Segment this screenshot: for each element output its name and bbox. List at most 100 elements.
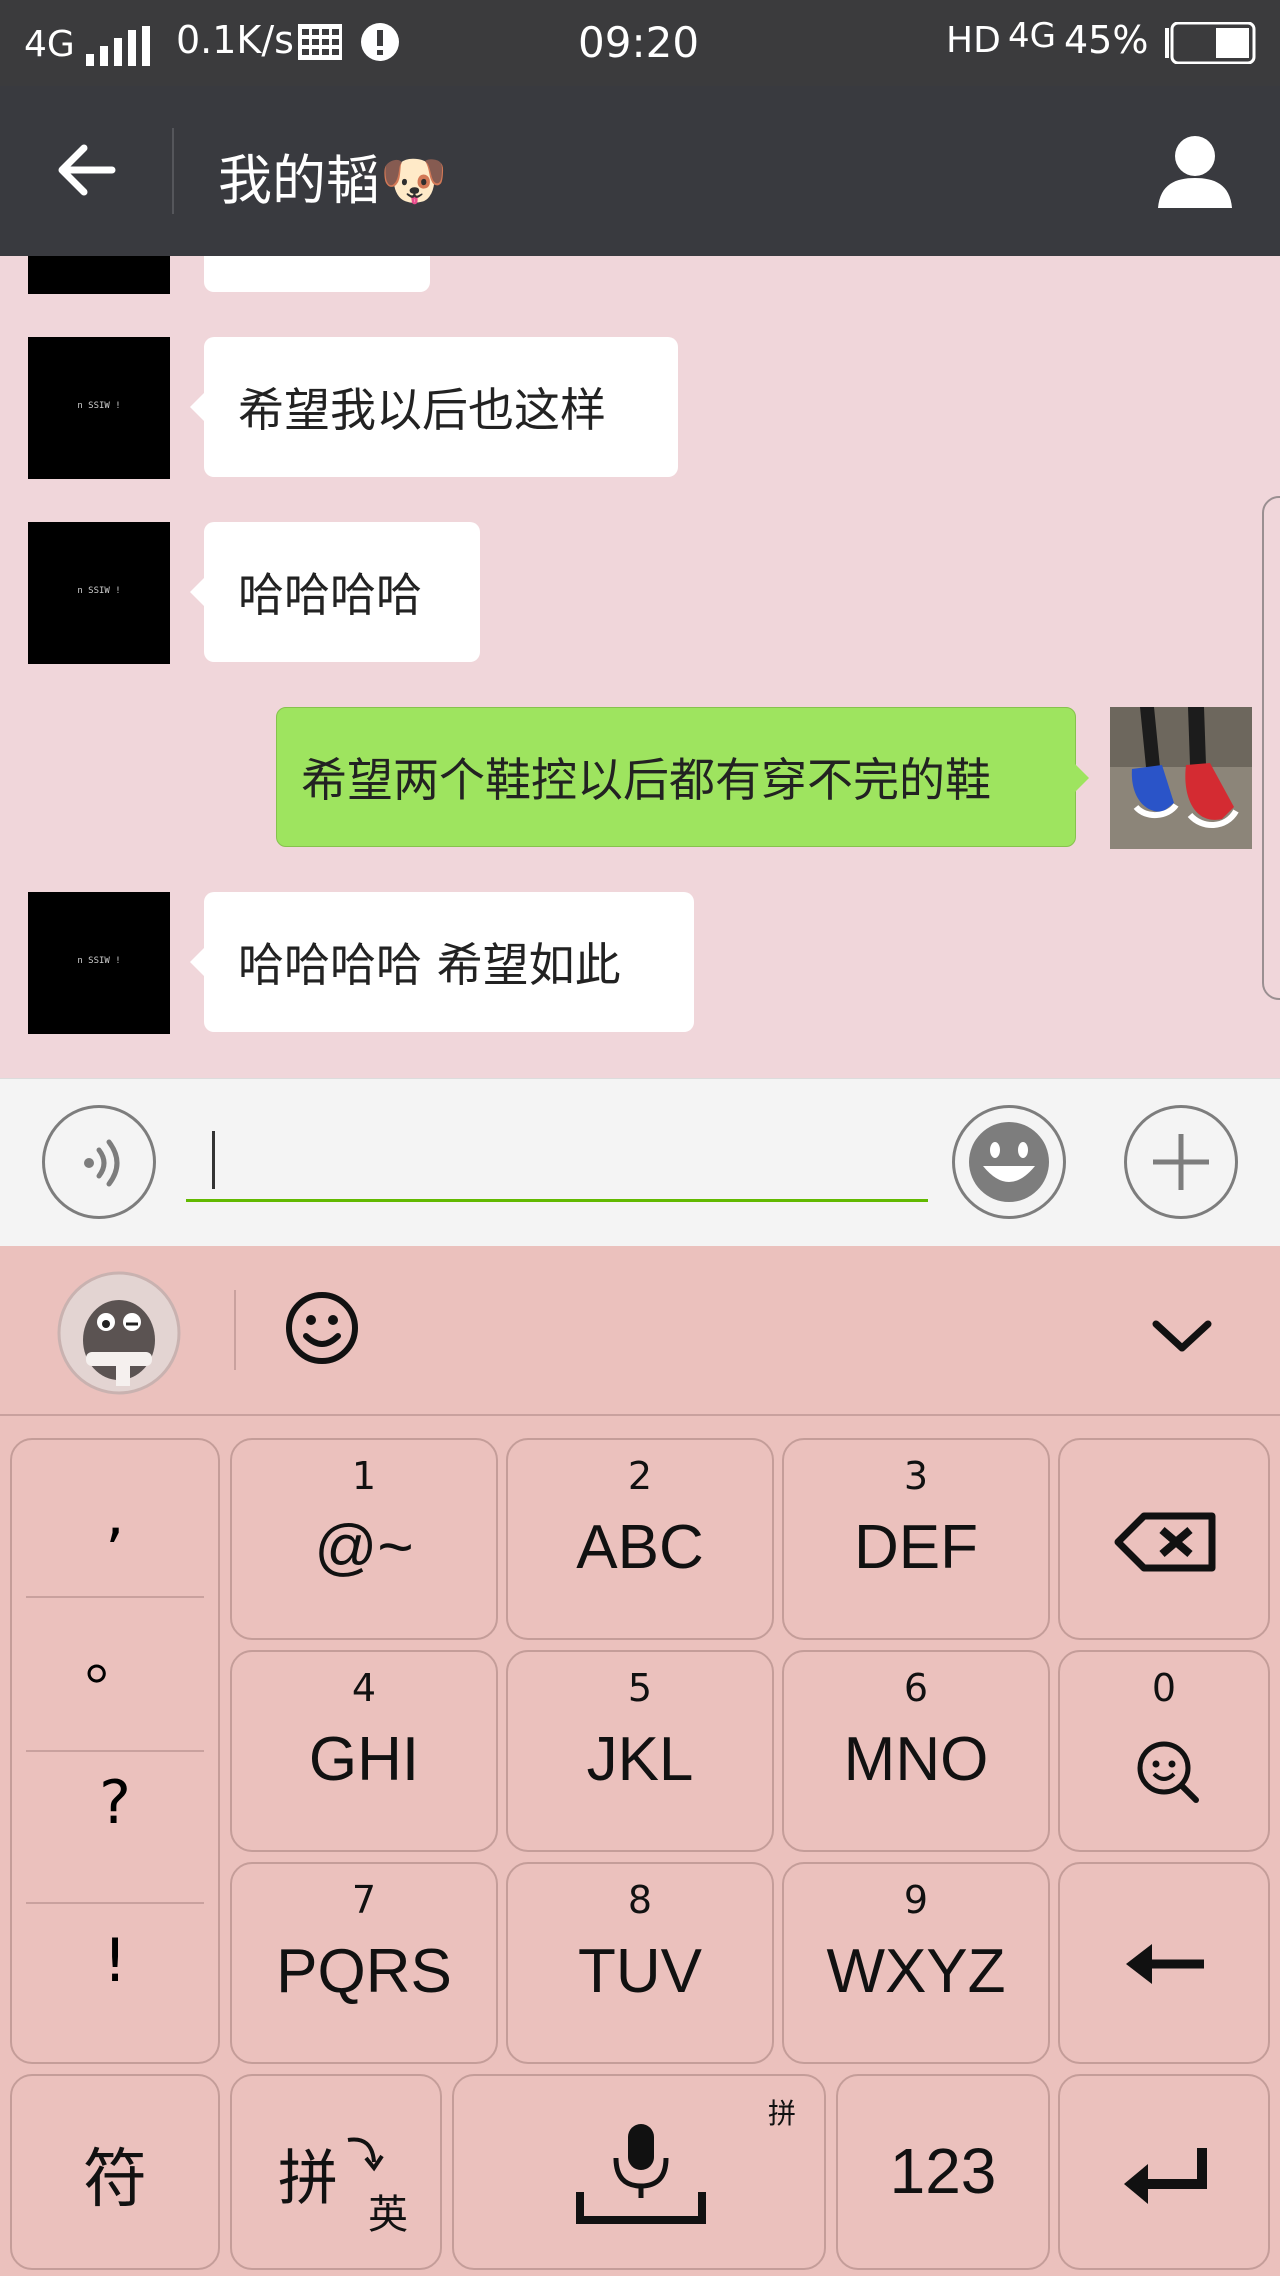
english-label: 英 bbox=[368, 2192, 408, 2238]
more-options-button[interactable] bbox=[1124, 1105, 1238, 1219]
key-comma[interactable]: , bbox=[12, 1480, 218, 1550]
message-text: 希望两个鞋控以后都有穿不完的鞋 bbox=[301, 753, 991, 807]
separator bbox=[26, 1902, 204, 1904]
key-number: 3 bbox=[903, 1454, 929, 1498]
key-number: 9 bbox=[903, 1878, 929, 1922]
plus-icon bbox=[1153, 1134, 1209, 1190]
voice-wave-icon bbox=[84, 1139, 120, 1187]
key-number: 2 bbox=[627, 1454, 653, 1498]
key-4[interactable]: 4 GHI bbox=[230, 1650, 498, 1852]
network-right-label: 4G bbox=[1008, 16, 1056, 56]
message-bubble-incoming[interactable]: 哈哈哈哈 希望如此 bbox=[190, 892, 694, 1032]
battery-icon bbox=[1165, 22, 1256, 64]
key-exclamation[interactable]: ! bbox=[12, 1926, 218, 1996]
enter-return-icon bbox=[1124, 2148, 1207, 2204]
key-label: JKL bbox=[586, 1725, 694, 1794]
status-bar: 4G 0.1K/s 09:20 HD 4G 45% bbox=[0, 0, 1280, 86]
key-label: 符 bbox=[83, 2143, 147, 2217]
key-8[interactable]: 8 TUV bbox=[506, 1862, 774, 2064]
battery-percent: 45% bbox=[1064, 18, 1149, 62]
left-arrow-icon bbox=[1126, 1944, 1204, 1984]
alert-icon bbox=[361, 23, 399, 61]
key-1[interactable]: 1 @~ bbox=[230, 1438, 498, 1640]
contact-avatar[interactable]: n SSIW ! bbox=[28, 522, 170, 664]
key-label: ABC bbox=[576, 1513, 704, 1582]
cursor-left-key[interactable] bbox=[1058, 1862, 1270, 2064]
message-bubble-incoming[interactable]: 希望我以后也这样 bbox=[190, 337, 678, 477]
message-list[interactable]: n SSIW ! 希望我以后也这样 n SSIW ! 哈哈哈哈 希望两个鞋控以后… bbox=[0, 256, 1280, 1078]
key-number: 6 bbox=[903, 1666, 929, 1710]
key-number: 5 bbox=[627, 1666, 653, 1710]
network-label: 4G bbox=[24, 24, 75, 65]
numbers-key[interactable]: 123 bbox=[836, 2074, 1050, 2270]
emoji-button[interactable] bbox=[952, 1105, 1066, 1219]
message-text: 哈哈哈哈 希望如此 bbox=[238, 938, 621, 992]
pinyin-english-switch-key[interactable]: 拼 英 bbox=[230, 2074, 442, 2270]
key-question[interactable]: ? bbox=[12, 1768, 218, 1838]
contact-profile-icon[interactable] bbox=[1156, 132, 1234, 210]
key-label: 123 bbox=[889, 2135, 997, 2207]
key-label: GHI bbox=[308, 1725, 420, 1794]
avatar-text: n SSIW ! bbox=[77, 401, 121, 411]
key-label: WXYZ bbox=[826, 1937, 1006, 2006]
contact-avatar[interactable]: n SSIW ! bbox=[28, 337, 170, 479]
message-bubble-incoming[interactable]: 哈哈哈哈 bbox=[190, 522, 480, 662]
key-0-emoticon[interactable]: 0 bbox=[1058, 1650, 1270, 1852]
contact-avatar[interactable] bbox=[28, 256, 170, 294]
key-3[interactable]: 3 DEF bbox=[782, 1438, 1050, 1640]
side-handle[interactable] bbox=[1262, 496, 1280, 1000]
avatar-text: n SSIW ! bbox=[77, 956, 121, 966]
key-number: 4 bbox=[351, 1666, 377, 1710]
qq-penguin-icon[interactable] bbox=[56, 1270, 182, 1396]
text-caret bbox=[212, 1131, 215, 1189]
key-number: 7 bbox=[351, 1878, 377, 1922]
message-bubble-partial bbox=[204, 256, 430, 292]
key-2[interactable]: 2 ABC bbox=[506, 1438, 774, 1640]
key-9[interactable]: 9 WXYZ bbox=[782, 1862, 1050, 2064]
network-speed: 0.1K/s bbox=[176, 18, 294, 62]
space-voice-key[interactable]: 拼 bbox=[452, 2074, 826, 2270]
key-period[interactable]: 。 bbox=[12, 1610, 218, 1697]
message-bubble-outgoing[interactable]: 希望两个鞋控以后都有穿不完的鞋 bbox=[276, 707, 1089, 847]
contact-avatar[interactable]: n SSIW ! bbox=[28, 892, 170, 1034]
emoticon-search-icon bbox=[1137, 1741, 1199, 1803]
message-text: 哈哈哈哈 bbox=[238, 568, 422, 622]
enter-key[interactable] bbox=[1058, 2074, 1270, 2270]
key-label: DEF bbox=[854, 1513, 978, 1582]
key-label: PQRS bbox=[276, 1937, 452, 2006]
collapse-keyboard-chevron-icon[interactable] bbox=[1150, 1316, 1214, 1356]
input-bar bbox=[0, 1078, 1280, 1247]
voice-toggle-button[interactable] bbox=[42, 1105, 156, 1219]
key-number: 1 bbox=[351, 1454, 377, 1498]
back-arrow-icon[interactable] bbox=[54, 138, 118, 202]
key-number: 8 bbox=[627, 1878, 653, 1922]
punctuation-column: , 。 ? ! bbox=[10, 1438, 220, 2064]
pinyin-mode-tag: 拼 bbox=[768, 2097, 797, 2130]
backspace-key[interactable] bbox=[1058, 1438, 1270, 1640]
message-input[interactable] bbox=[186, 1119, 928, 1202]
chat-header: 我的韬🐶 bbox=[0, 86, 1280, 256]
header-divider bbox=[172, 128, 174, 214]
keyboard-toolbar bbox=[0, 1246, 1280, 1416]
symbols-key[interactable]: 符 bbox=[10, 2074, 220, 2270]
toolbar-divider bbox=[234, 1290, 236, 1370]
backspace-icon bbox=[1114, 1512, 1216, 1572]
signal-icon bbox=[86, 26, 150, 66]
pinyin-label: 拼 bbox=[278, 2144, 338, 2214]
switch-arrow-icon bbox=[347, 2137, 384, 2172]
key-6[interactable]: 6 MNO bbox=[782, 1650, 1050, 1852]
key-5[interactable]: 5 JKL bbox=[506, 1650, 774, 1852]
clock: 09:20 bbox=[578, 18, 700, 67]
separator bbox=[26, 1596, 204, 1598]
emoji-smile-icon[interactable] bbox=[284, 1290, 360, 1366]
ime-keyboard: , 。 ? ! 1 @~ 2 ABC 3 DEF 4 GHI 5 JKL 6 M… bbox=[0, 1246, 1280, 2276]
hd-label: HD bbox=[946, 20, 1001, 61]
my-avatar[interactable] bbox=[1110, 707, 1252, 849]
key-label: @~ bbox=[314, 1513, 414, 1582]
key-label: TUV bbox=[578, 1937, 702, 2006]
microphone-icon bbox=[576, 2124, 706, 2224]
separator bbox=[26, 1750, 204, 1752]
message-text: 希望我以后也这样 bbox=[238, 383, 606, 437]
key-7[interactable]: 7 PQRS bbox=[230, 1862, 498, 2064]
key-number: 0 bbox=[1151, 1666, 1177, 1710]
